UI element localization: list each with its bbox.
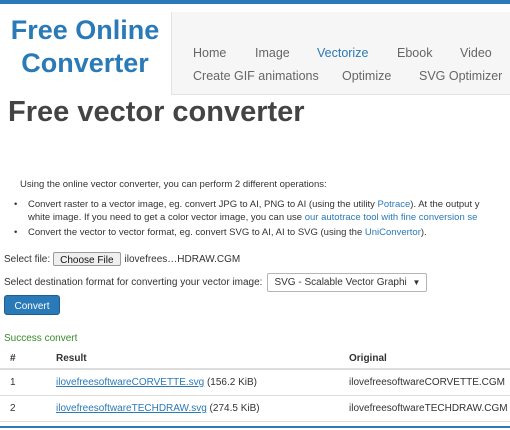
table-row: 2 ilovefreesoftwareTECHDRAW.svg (274.5 K… <box>0 395 510 422</box>
logo-line-1: Free Online <box>10 15 160 45</box>
col-header-original: Original <box>349 348 510 370</box>
nav-image[interactable]: Image <box>255 46 290 60</box>
col-header-num: # <box>0 348 56 370</box>
autotrace-link[interactable]: our autotrace tool with fine conversion … <box>305 212 478 223</box>
nav-optimize[interactable]: Optimize <box>342 69 391 83</box>
selected-filename: ilovefrees…HDRAW.CGM <box>124 253 241 265</box>
status-message: Success convert <box>4 333 78 344</box>
convert-button[interactable]: Convert <box>4 295 60 315</box>
table-header-row: # Result Original <box>0 348 510 370</box>
result-cell: ilovefreesoftwareCORVETTE.svg (156.2 KiB… <box>56 369 349 396</box>
nav-video[interactable]: Video <box>460 46 492 60</box>
row-number: 2 <box>0 395 56 422</box>
nav-svg-optimizer[interactable]: SVG Optimizer <box>419 69 502 83</box>
file-select-row: Select file: Choose File ilovefrees…HDRA… <box>4 252 240 266</box>
list-item: Convert the vector to vector format, eg.… <box>6 226 510 239</box>
list-item: Convert raster to a vector image, eg. co… <box>6 198 510 224</box>
original-file: ilovefreesoftwareTECHDRAW.CGM <box>349 395 510 422</box>
operations-list: Convert raster to a vector image, eg. co… <box>6 198 510 241</box>
uniconvertor-link[interactable]: UniConvertor <box>365 227 421 238</box>
page-title: Free vector converter <box>8 96 305 128</box>
format-select-row: Select destination format for converting… <box>4 273 428 292</box>
top-accent-bar <box>0 0 510 4</box>
bullet-text: Convert the vector to vector format, eg.… <box>28 227 365 238</box>
results-table: # Result Original 1 ilovefreesoftwareCOR… <box>0 348 510 422</box>
bottom-accent-line <box>0 426 510 428</box>
bullet-text: white image. If you need to get a color … <box>28 212 305 223</box>
choose-file-button[interactable]: Choose File <box>53 252 121 266</box>
result-file-link[interactable]: ilovefreesoftwareTECHDRAW.svg <box>56 403 207 414</box>
result-file-size: (156.2 KiB) <box>204 377 258 388</box>
bullet-text: ). At the output y <box>410 199 480 210</box>
dropdown-arrow-icon: ▼ <box>412 278 421 287</box>
potrace-link[interactable]: Potrace <box>378 199 411 210</box>
result-file-link[interactable]: ilovefreesoftwareCORVETTE.svg <box>56 377 204 388</box>
format-select[interactable]: SVG - Scalable Vector Graphi ▼ <box>267 273 428 292</box>
nav-ebook[interactable]: Ebook <box>397 46 432 60</box>
original-file: ilovefreesoftwareCORVETTE.CGM <box>349 369 510 396</box>
result-file-size: (274.5 KiB) <box>206 403 260 414</box>
format-label: Select destination format for converting… <box>4 277 263 288</box>
row-number: 1 <box>0 369 56 396</box>
nav-create-gif[interactable]: Create GIF animations <box>193 69 319 83</box>
intro-text: Using the online vector converter, you c… <box>20 179 327 190</box>
logo-line-2: Converter <box>21 48 149 78</box>
format-selected-value: SVG - Scalable Vector Graphi <box>274 277 407 288</box>
col-header-result: Result <box>56 348 349 370</box>
bullet-text: ). <box>420 227 427 238</box>
bullet-text: Convert raster to a vector image, eg. co… <box>28 199 378 210</box>
table-row: 1 ilovefreesoftwareCORVETTE.svg (156.2 K… <box>0 369 510 396</box>
nav-vectorize[interactable]: Vectorize <box>317 46 368 60</box>
file-label: Select file: <box>4 253 51 265</box>
nav-home[interactable]: Home <box>193 46 226 60</box>
main-nav: Home Image Vectorize Ebook Video Create … <box>171 12 510 95</box>
site-logo[interactable]: Free Online Converter <box>0 14 170 80</box>
result-cell: ilovefreesoftwareTECHDRAW.svg (274.5 KiB… <box>56 395 349 422</box>
